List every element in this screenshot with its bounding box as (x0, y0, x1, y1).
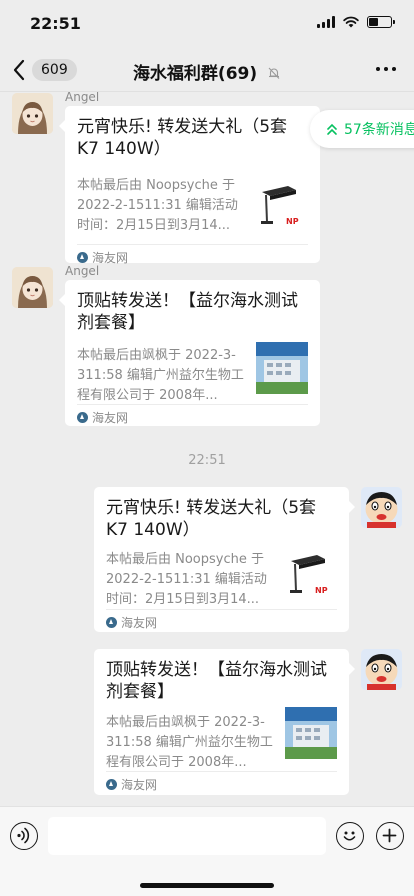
card-description: 本帖最后由 Noopsyche 于 2022-2-1511:31 编辑活动时间：… (77, 178, 238, 233)
card-title: 元宵快乐! 转发送大礼（5套K7 140W） (106, 498, 317, 540)
status-icons (317, 16, 395, 28)
building-photo-image (285, 707, 337, 759)
card-source: 海友网 (106, 614, 157, 631)
source-logo-icon (106, 779, 117, 790)
chat-title: 海水福利群(69) (0, 59, 414, 84)
card-title: 元宵快乐! 转发送大礼（5套K7 140W） (77, 117, 288, 159)
link-card[interactable]: 元宵快乐! 转发送大礼（5套K7 140W） 本帖最后由 Noopsyche 于… (94, 487, 355, 632)
cartoon-boy-avatar-image (361, 649, 402, 690)
avatar[interactable] (361, 487, 402, 528)
link-card[interactable]: 顶贴转发送！【益尔海水测试剂套餐】 本帖最后由飒枫于 2022-3-311:58… (59, 280, 320, 426)
card-title: 顶贴转发送！【益尔海水测试剂套餐】 (77, 291, 298, 333)
card-divider (77, 244, 308, 245)
home-indicator (140, 883, 274, 888)
card-title: 顶贴转发送！【益尔海水测试剂套餐】 (106, 660, 327, 702)
building-photo-image (256, 342, 308, 394)
girl-avatar-image (12, 267, 53, 308)
mute-bell-icon (268, 67, 280, 79)
wifi-icon (343, 16, 359, 28)
voice-input-button[interactable] (10, 822, 38, 850)
status-time: 22:51 (30, 14, 81, 33)
new-messages-label: 57条新消息 (344, 122, 414, 138)
card-thumbnail: NP (285, 547, 337, 599)
card-description: 本帖最后由飒枫于 2022-3-311:58 编辑广州益尔生物工程有限公司于 2… (77, 348, 244, 403)
more-options-button[interactable] (376, 67, 396, 71)
emoji-icon (343, 831, 356, 841)
emoji-button[interactable] (336, 822, 364, 850)
aquarium-lamp-image: NP (256, 178, 308, 230)
status-bar: 22:51 (0, 0, 414, 48)
link-card[interactable]: 顶贴转发送！【益尔海水测试剂套餐】 本帖最后由飒枫于 2022-3-311:58… (94, 649, 355, 795)
input-bar (0, 806, 414, 896)
link-card[interactable]: 元宵快乐! 转发送大礼（5套K7 140W） 本帖最后由 Noopsyche 于… (59, 106, 320, 265)
voice-icon (17, 827, 30, 844)
message-input[interactable] (48, 817, 326, 855)
message-timestamp: 22:51 (188, 453, 226, 468)
avatar[interactable] (361, 649, 402, 690)
plus-icon (382, 828, 397, 843)
aquarium-lamp-image: NP (285, 547, 337, 599)
card-description: 本帖最后由飒枫于 2022-3-311:58 编辑广州益尔生物工程有限公司于 2… (106, 715, 273, 770)
card-divider (77, 404, 308, 405)
double-chevron-up-icon (327, 123, 337, 135)
nav-bar: 609 海水福利群(69) (0, 48, 414, 92)
battery-icon (367, 16, 395, 28)
battery-level (369, 18, 379, 26)
avatar[interactable] (12, 93, 53, 134)
avatar[interactable] (12, 267, 53, 308)
more-actions-button[interactable] (376, 822, 404, 850)
card-divider (106, 771, 337, 772)
cellular-signal-icon (317, 16, 335, 28)
card-source: 海友网 (106, 776, 157, 793)
card-divider (106, 609, 337, 610)
card-thumbnail (285, 707, 337, 759)
sender-name: Angel (65, 92, 100, 104)
sender-name: Angel (65, 264, 100, 278)
chat-title-text: 海水福利群(69) (132, 64, 258, 84)
svg-text:NP: NP (286, 217, 299, 226)
svg-text:NP: NP (315, 586, 328, 595)
cartoon-boy-avatar-image (361, 487, 402, 528)
source-logo-icon (106, 617, 117, 628)
new-messages-button[interactable]: 57条新消息 (310, 110, 414, 148)
source-logo-icon (77, 252, 88, 263)
card-thumbnail: NP (256, 178, 308, 230)
card-thumbnail (256, 342, 308, 394)
card-source-label: 海友网 (121, 616, 158, 630)
girl-avatar-image (12, 93, 53, 134)
card-source-label: 海友网 (121, 778, 158, 792)
chat-message-list[interactable]: Angel 元宵快乐! 转发送大礼（5套K7 140W） 本帖最后由 Noops… (0, 92, 414, 806)
source-logo-icon (77, 412, 88, 423)
card-description: 本帖最后由 Noopsyche 于 2022-2-1511:31 编辑活动时间：… (106, 552, 267, 607)
card-source-label: 海友网 (92, 411, 129, 425)
card-source: 海友网 (77, 409, 128, 426)
